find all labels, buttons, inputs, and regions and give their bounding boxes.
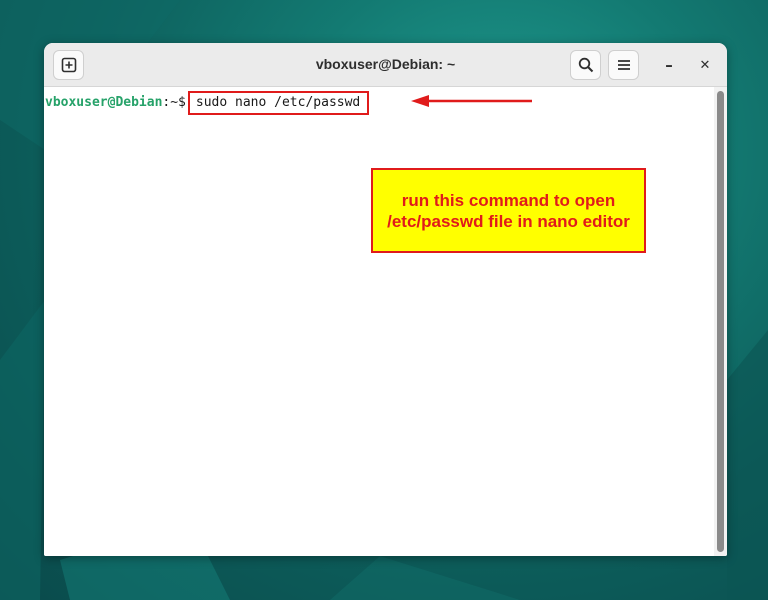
search-button[interactable] (570, 50, 601, 80)
annotation-callout: run this command to open /etc/passwd fil… (371, 168, 646, 253)
close-icon: ✕ (699, 57, 711, 73)
annotation-arrow (411, 95, 532, 107)
new-tab-button[interactable] (53, 50, 84, 80)
minimize-icon: – (665, 56, 673, 74)
new-tab-icon (61, 57, 76, 73)
scroll-thumb[interactable] (717, 91, 724, 552)
prompt-user-host: vboxuser@Debian (45, 95, 163, 110)
menu-button[interactable] (608, 50, 639, 80)
search-icon (578, 57, 593, 73)
command-text: sudo nano /etc/passwd (187, 91, 370, 115)
prompt-path: :~$ (162, 95, 186, 110)
close-button[interactable]: ✕ (693, 53, 717, 77)
title-bar: vboxuser@Debian: ~ – ✕ (44, 43, 727, 87)
hamburger-menu-icon (617, 60, 630, 70)
prompt-line: vboxuser@Debian:~$ sudo nano /etc/passwd (45, 91, 370, 115)
terminal-window: vboxuser@Debian: ~ – ✕ vboxuser@Debian:~… (44, 43, 727, 556)
terminal-area[interactable]: vboxuser@Debian:~$ sudo nano /etc/passwd (44, 87, 714, 556)
scrollbar[interactable] (714, 87, 727, 556)
minimize-button[interactable]: – (657, 53, 681, 77)
